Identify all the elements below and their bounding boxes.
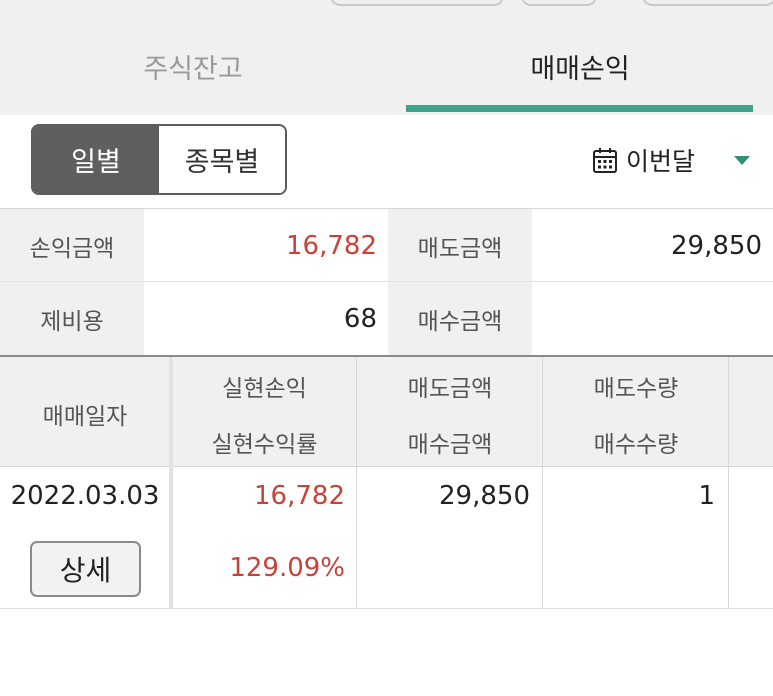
calendar-icon — [593, 148, 617, 173]
table-header: 매매일자 실현손익 실현수익률 매도금액 매수금액 매도수량 매수수량 — [0, 355, 773, 467]
column-divider — [728, 467, 729, 608]
summary-sell-value: 29,850 — [532, 209, 773, 282]
summary-buy-label: 매수금액 — [388, 282, 532, 355]
column-divider — [169, 357, 173, 467]
summary-profit-value: 16,782 — [144, 209, 388, 282]
summary-panel: 손익금액 16,782 매도금액 29,850 제비용 68 매수금액 — [0, 208, 773, 356]
column-divider — [728, 357, 729, 467]
segment-daily[interactable]: 일별 — [33, 126, 159, 193]
header-date-label: 매매일자 — [42, 404, 128, 430]
column-divider — [356, 467, 357, 608]
partial-control-top — [521, 0, 597, 6]
segment-by-stock[interactable]: 종목별 — [159, 126, 285, 193]
period-label: 이번달 — [626, 147, 696, 176]
row-sell-amount: 29,850 — [439, 481, 530, 511]
summary-fee-label: 제비용 — [0, 282, 144, 355]
header-buy-amount: 매수금액 — [407, 432, 493, 458]
header-date: 매매일자 — [0, 357, 170, 467]
column-divider — [542, 357, 543, 467]
header-realized-pl: 실현손익 — [222, 376, 307, 402]
row-sell-qty: 1 — [698, 481, 715, 511]
detail-button[interactable]: 상세 — [30, 541, 141, 597]
summary-profit-label: 손익금액 — [0, 209, 144, 282]
header-quantities: 매도수량 매수수량 — [543, 357, 729, 467]
header-buy-qty: 매수수량 — [593, 432, 679, 458]
row-realized-rate: 129.09% — [229, 553, 345, 583]
header-realized: 실현손익 실현수익률 — [172, 357, 357, 467]
summary-fee-value: 68 — [144, 282, 388, 355]
header-realized-rate: 실현수익률 — [211, 432, 318, 458]
partial-control-top — [642, 0, 773, 6]
row-date: 2022.03.03 — [10, 481, 160, 511]
partial-control-top — [330, 0, 504, 6]
summary-buy-value — [532, 282, 773, 355]
chevron-down-icon[interactable] — [734, 156, 750, 165]
column-divider — [356, 357, 357, 467]
tab-stock-balance[interactable]: 주식잔고 — [0, 20, 386, 113]
tab-bar: 주식잔고 매매손익 — [0, 20, 773, 115]
header-sell-amount: 매도금액 — [407, 376, 493, 402]
summary-sell-label: 매도금액 — [388, 209, 532, 282]
period-selector[interactable]: 이번달 — [592, 140, 695, 180]
row-realized-pl: 16,782 — [254, 481, 345, 511]
tab-trading-pl[interactable]: 매매손익 — [387, 20, 773, 113]
header-amounts: 매도금액 매수금액 — [357, 357, 543, 467]
column-divider — [542, 467, 543, 608]
active-tab-indicator — [406, 105, 753, 112]
view-segment-control: 일별 종목별 — [31, 124, 287, 195]
header-sell-qty: 매도수량 — [593, 376, 679, 402]
